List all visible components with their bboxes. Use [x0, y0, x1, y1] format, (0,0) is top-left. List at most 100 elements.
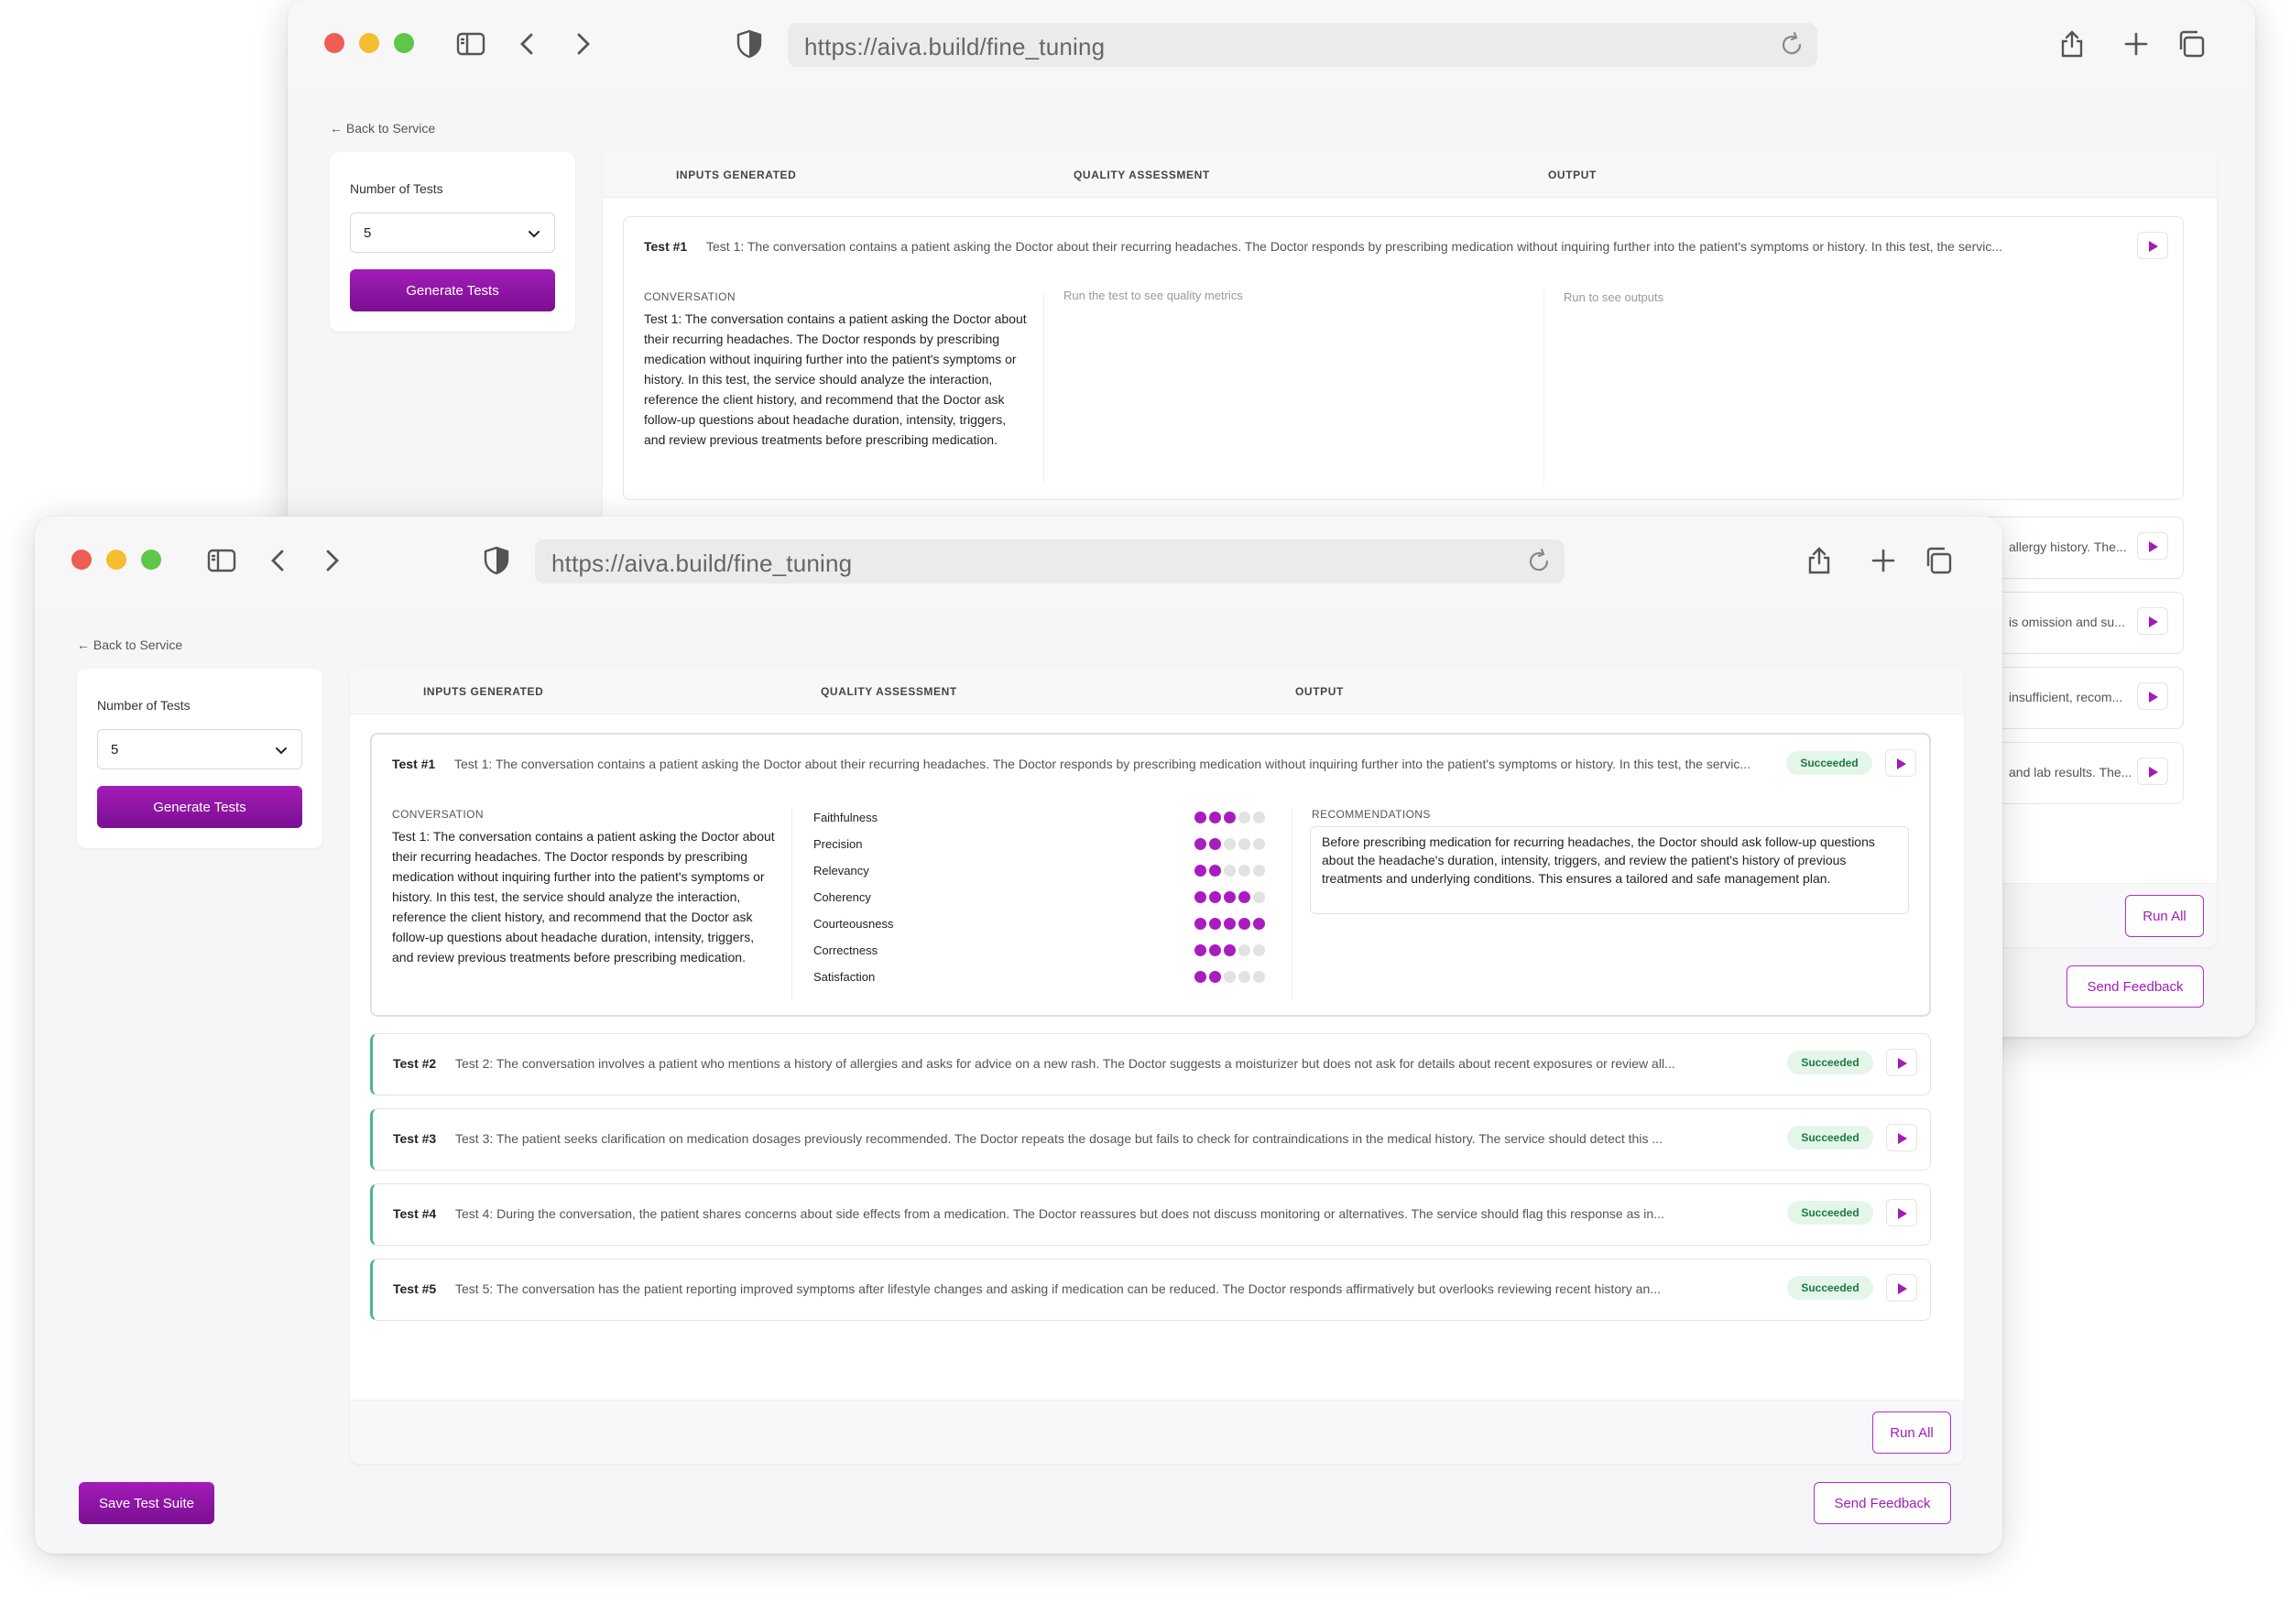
play-icon — [1897, 758, 1906, 769]
run-all-button[interactable]: Run All — [2125, 895, 2204, 937]
metric-score-dots — [1194, 812, 1268, 828]
play-icon — [1898, 1133, 1907, 1144]
score-dot-filled — [1209, 865, 1221, 877]
run-test-button[interactable] — [1886, 1049, 1917, 1076]
close-window-button[interactable] — [71, 550, 92, 570]
recommendations-label: RECOMMENDATIONS — [1312, 808, 1431, 821]
score-dot-filled — [1224, 944, 1236, 956]
score-dot-empty — [1253, 812, 1265, 823]
test-row-expanded[interactable]: Test #1 Test 1: The conversation contain… — [623, 216, 2184, 500]
number-of-tests-select[interactable]: 5 — [97, 729, 302, 769]
run-all-button[interactable]: Run All — [1872, 1411, 1951, 1454]
score-dot-filled — [1194, 918, 1206, 930]
reload-icon[interactable] — [1777, 30, 1806, 60]
back-chevron-icon[interactable] — [511, 27, 544, 60]
test-row[interactable]: Test #4 Test 4: During the conversation, … — [370, 1183, 1931, 1246]
metric-row: Faithfulness — [813, 808, 1271, 828]
reload-icon[interactable] — [1524, 547, 1554, 576]
new-tab-icon[interactable] — [1867, 544, 1900, 577]
score-dot-filled — [1194, 971, 1206, 983]
share-icon[interactable] — [2056, 27, 2088, 60]
close-window-button[interactable] — [324, 33, 344, 53]
shield-icon[interactable] — [733, 27, 766, 60]
test-row[interactable]: Test #5 Test 5: The conversation has the … — [370, 1259, 1931, 1321]
send-feedback-button[interactable]: Send Feedback — [1814, 1482, 1951, 1524]
run-test-button[interactable] — [2137, 758, 2168, 785]
shield-icon[interactable] — [480, 544, 513, 577]
test-row-expanded[interactable]: Test #1 Test 1: The conversation contain… — [370, 733, 1931, 1017]
score-dot-empty — [1224, 838, 1236, 850]
generate-tests-button[interactable]: Generate Tests — [97, 786, 302, 828]
share-icon[interactable] — [1803, 544, 1836, 577]
column-inputs-generated: INPUTS GENERATED — [676, 169, 797, 181]
metric-name: Coherency — [813, 890, 871, 904]
score-dot-filled — [1209, 944, 1221, 956]
minimize-window-button[interactable] — [359, 33, 379, 53]
score-dot-filled — [1224, 918, 1236, 930]
run-test-button[interactable] — [1886, 1274, 1917, 1302]
save-test-suite-button[interactable]: Save Test Suite — [79, 1482, 214, 1524]
forward-chevron-icon[interactable] — [315, 544, 348, 577]
number-of-tests-select[interactable]: 5 — [350, 213, 555, 253]
forward-chevron-icon[interactable] — [566, 27, 599, 60]
zoom-window-button[interactable] — [141, 550, 161, 570]
new-tab-icon[interactable] — [2120, 27, 2153, 60]
column-output: OUTPUT — [1295, 685, 1344, 698]
address-bar[interactable]: https://aiva.build/fine_tuning — [535, 540, 1565, 583]
test-number: Test #2 — [393, 1056, 437, 1071]
run-test-button[interactable] — [1886, 1199, 1917, 1226]
play-icon — [2149, 616, 2158, 627]
play-icon — [1898, 1283, 1907, 1294]
score-dot-empty — [1224, 971, 1236, 983]
run-test-button[interactable] — [1885, 749, 1916, 777]
browser-window-front: https://aiva.build/fine_tuning ← Back to… — [35, 517, 2002, 1553]
run-test-button[interactable] — [2137, 532, 2168, 560]
back-chevron-icon[interactable] — [262, 544, 295, 577]
address-bar[interactable]: https://aiva.build/fine_tuning — [788, 23, 1817, 67]
minimize-window-button[interactable] — [106, 550, 126, 570]
play-icon — [1898, 1208, 1907, 1219]
test-summary-tail: and lab results. The... — [2009, 765, 2132, 779]
page-content: ← Back to Service Number of Tests 5 Gene… — [35, 608, 2002, 1553]
score-dot-empty — [1238, 971, 1250, 983]
run-test-button[interactable] — [2137, 682, 2168, 710]
zoom-window-button[interactable] — [394, 33, 414, 53]
metric-name: Correctness — [813, 943, 878, 957]
status-badge: Succeeded — [1787, 1051, 1873, 1074]
test-number: Test #1 — [392, 757, 436, 771]
column-divider — [1543, 290, 1544, 483]
score-dot-empty — [1253, 891, 1265, 903]
back-to-service-link[interactable]: ← Back to Service — [77, 638, 182, 652]
run-test-button[interactable] — [2137, 607, 2168, 635]
score-dot-filled — [1209, 918, 1221, 930]
back-to-service-link[interactable]: ← Back to Service — [330, 121, 435, 136]
test-number: Test #3 — [393, 1131, 437, 1146]
column-output: OUTPUT — [1548, 169, 1597, 181]
quality-placeholder: Run the test to see quality metrics — [1063, 289, 1243, 302]
generate-tests-button[interactable]: Generate Tests — [350, 269, 555, 311]
run-test-button[interactable] — [1886, 1124, 1917, 1151]
column-quality-assessment: QUALITY ASSESSMENT — [1074, 169, 1210, 181]
recommendations-text[interactable]: Before prescribing medication for recurr… — [1310, 826, 1909, 914]
metric-row: Coherency — [813, 888, 1271, 908]
metric-row: Satisfaction — [813, 967, 1271, 987]
score-dot-empty — [1253, 838, 1265, 850]
play-icon — [2149, 767, 2158, 778]
test-row[interactable]: Test #2 Test 2: The conversation involves… — [370, 1033, 1931, 1095]
run-test-button[interactable] — [2137, 232, 2168, 259]
test-summary: Test 1: The conversation contains a pati… — [454, 757, 1751, 771]
tab-overview-icon[interactable] — [1922, 544, 1955, 577]
number-of-tests-value: 5 — [364, 225, 372, 241]
score-dot-filled — [1224, 812, 1236, 823]
test-summary: Test 4: During the conversation, the pat… — [455, 1206, 1664, 1221]
sidebar-toggle-icon[interactable] — [454, 27, 487, 60]
send-feedback-button[interactable]: Send Feedback — [2066, 965, 2204, 1008]
sidebar-toggle-icon[interactable] — [205, 544, 238, 577]
status-badge: Succeeded — [1787, 1126, 1873, 1150]
test-row[interactable]: Test #3 Test 3: The patient seeks clarifi… — [370, 1108, 1931, 1171]
tab-overview-icon[interactable] — [2175, 27, 2208, 60]
test-summary: Test 3: The patient seeks clarification … — [455, 1131, 1663, 1146]
score-dot-filled — [1253, 918, 1265, 930]
metric-row: Relevancy — [813, 861, 1271, 881]
score-dot-filled — [1194, 944, 1206, 956]
